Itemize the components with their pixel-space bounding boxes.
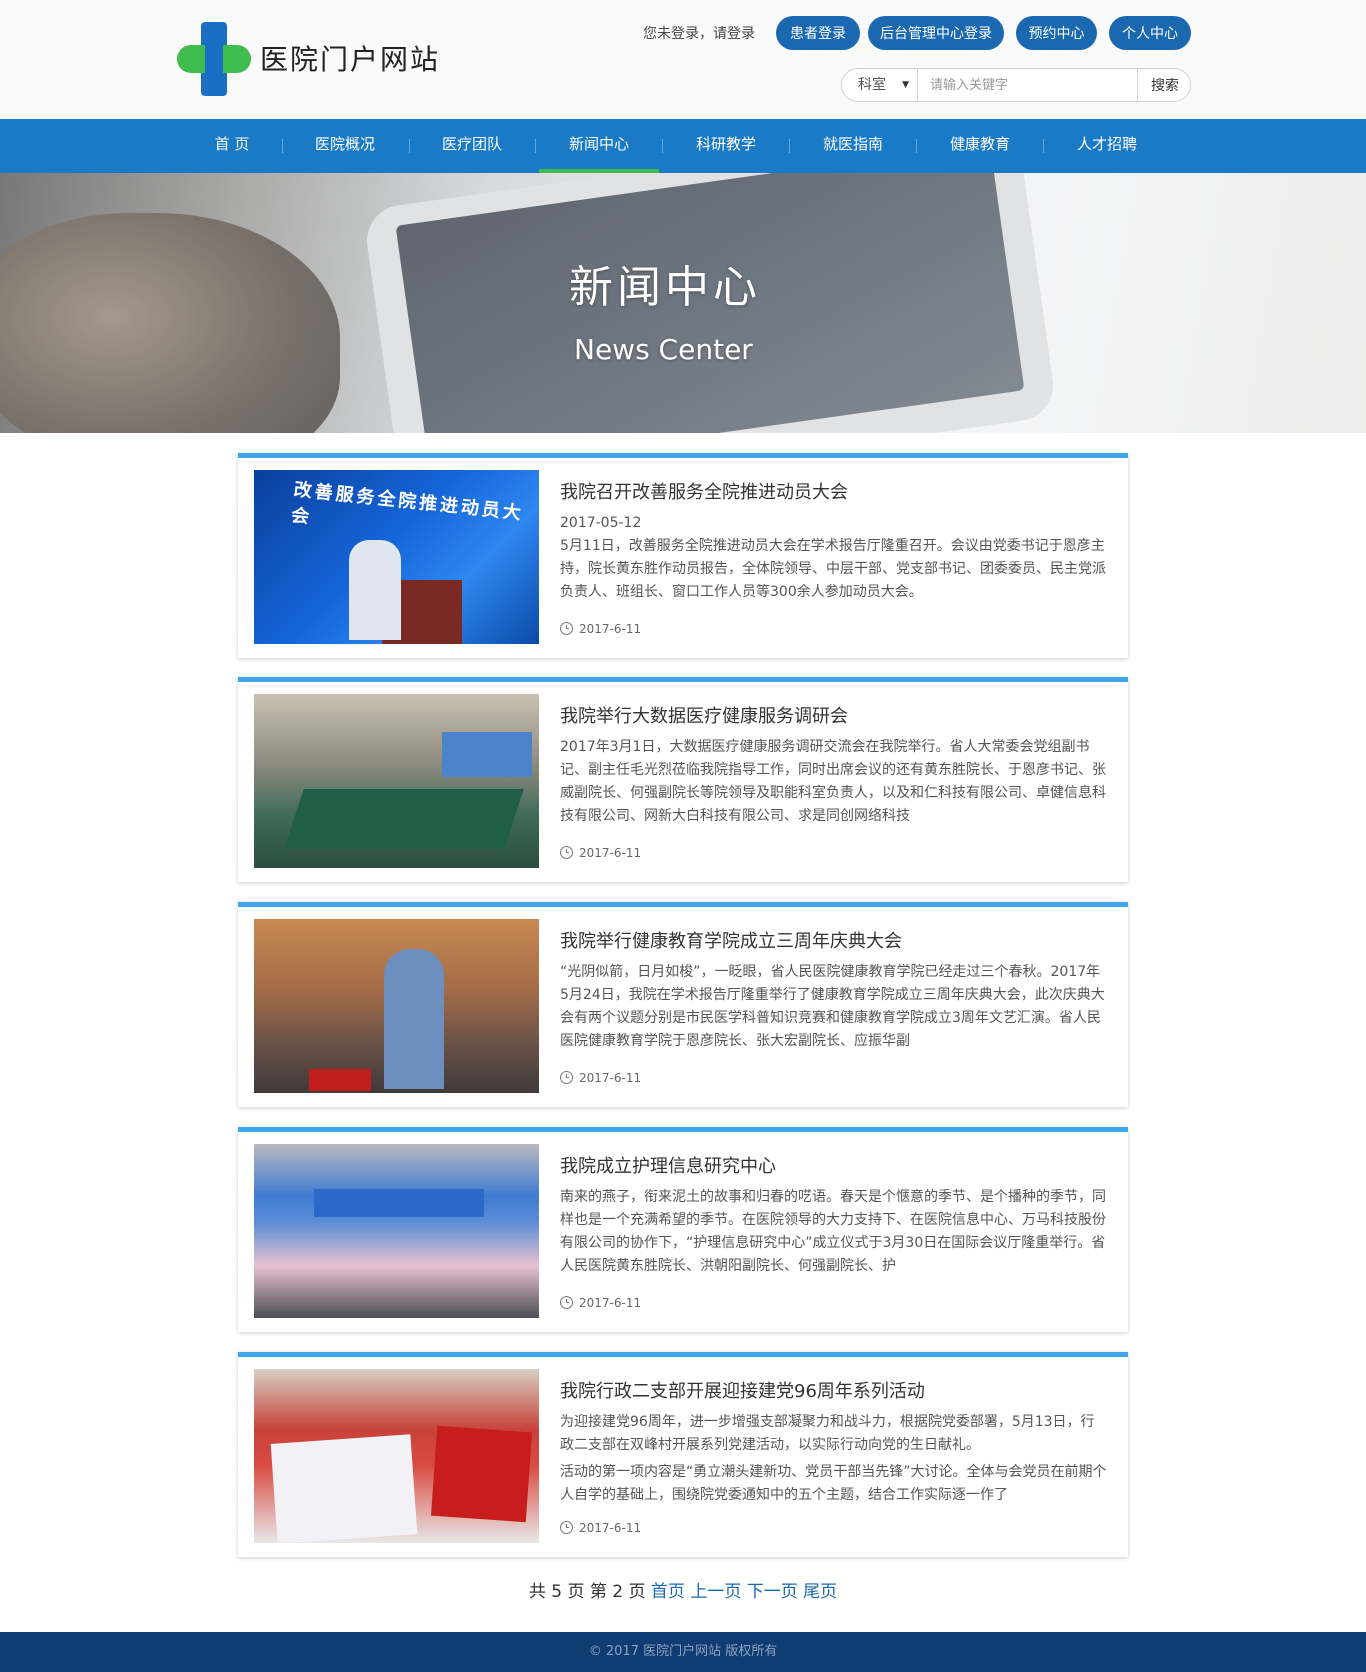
news-card[interactable]: 我院举行健康教育学院成立三周年庆典大会 “光阴似箭，日月如梭”，一眨眼，省人民医…	[238, 902, 1128, 1107]
news-card[interactable]: 我院行政二支部开展迎接建党96周年系列活动 为迎接建党96周年，进一步增强支部凝…	[238, 1352, 1128, 1557]
news-thumbnail[interactable]	[254, 1144, 539, 1318]
news-date-text: 2017-6-11	[579, 1071, 642, 1085]
pagination: 共 5 页 第 2 页 首页 上一页 下一页 尾页	[0, 1577, 1366, 1602]
news-thumbnail[interactable]: 改善服务全院推进动员大会	[254, 470, 539, 644]
nav-item-home[interactable]: 首 页	[172, 119, 292, 173]
nav-item-research[interactable]: 科研教学	[666, 119, 786, 173]
first-page-link[interactable]: 首页	[651, 1582, 685, 1602]
search-button[interactable]: 搜索	[1137, 69, 1190, 101]
nav-item-news-center[interactable]: 新闻中心	[539, 119, 659, 173]
news-summary: 2017年3月1日，大数据医疗健康服务调研交流会在我院举行。省人大常委会党组副书…	[560, 736, 1108, 828]
news-summary-line: “光阴似箭，日月如梭”，一眨眼，省人民医院健康教育学院已经走过三个春秋。2017…	[560, 964, 1105, 1049]
news-card[interactable]: 我院成立护理信息研究中心 南来的燕子，衔来泥土的故事和归春的呓语。春天是个惬意的…	[238, 1127, 1128, 1332]
nav-item-guide[interactable]: 就医指南	[793, 119, 913, 173]
news-summary: “光阴似箭，日月如梭”，一眨眼，省人民医院健康教育学院已经走过三个春秋。2017…	[560, 961, 1108, 1053]
news-date-text: 2017-6-11	[579, 1296, 642, 1310]
nav-item-health-education[interactable]: 健康教育	[920, 119, 1040, 173]
news-date: 2017-6-11	[560, 622, 641, 636]
search-bar: 科室 ▼ 搜索	[841, 68, 1191, 102]
news-card[interactable]: 我院举行大数据医疗健康服务调研会 2017年3月1日，大数据医疗健康服务调研交流…	[238, 677, 1128, 882]
news-summary-line: 为迎接建党96周年，进一步增强支部凝聚力和战斗力，根据院党委部署，5月13日，行…	[560, 1414, 1095, 1453]
news-summary-line: 南来的燕子，衔来泥土的故事和归春的呓语。春天是个惬意的季节、是个播种的季节，同样…	[560, 1189, 1106, 1274]
site-logo-text[interactable]: 医院门户网站	[260, 38, 440, 78]
search-input[interactable]	[920, 69, 1136, 101]
department-select-label: 科室	[858, 77, 886, 93]
header: 医院门户网站 您未登录，请登录 患者登录 后台管理中心登录 预约中心 个人中心 …	[0, 0, 1366, 119]
nav-item-overview[interactable]: 医院概况	[285, 119, 405, 173]
news-title[interactable]: 我院举行健康教育学院成立三周年庆典大会	[560, 927, 902, 953]
logo-cross-icon[interactable]	[177, 22, 265, 96]
news-summary-line: 5月11日，改善服务全院推进动员大会在学术报告厅隆重召开。会议由党委书记于恩彦主…	[560, 538, 1106, 600]
news-title[interactable]: 我院行政二支部开展迎接建党96周年系列活动	[560, 1377, 925, 1403]
appointment-center-button[interactable]: 预约中心	[1016, 16, 1097, 50]
news-title[interactable]: 我院举行大数据医疗健康服务调研会	[560, 702, 848, 728]
personal-center-button[interactable]: 个人中心	[1109, 16, 1191, 50]
news-date-text: 2017-6-11	[579, 622, 642, 636]
news-title[interactable]: 我院召开改善服务全院推进动员大会	[560, 478, 848, 504]
chevron-down-icon: ▼	[902, 80, 909, 90]
prev-page-link[interactable]: 上一页	[690, 1582, 741, 1602]
news-summary-line: 2017年3月1日，大数据医疗健康服务调研交流会在我院举行。省人大常委会党组副书…	[560, 739, 1106, 824]
news-date: 2017-6-11	[560, 1521, 641, 1535]
main-nav: 首 页 医院概况 医疗团队 新闻中心 科研教学 就医指南 健康教育 人才招聘	[0, 119, 1366, 173]
news-card[interactable]: 改善服务全院推进动员大会 我院召开改善服务全院推进动员大会 2017-05-12…	[238, 453, 1128, 658]
clock-icon	[560, 1521, 573, 1534]
news-summary-line: 2017-05-12	[560, 515, 642, 531]
news-summary-line: 活动的第一项内容是“勇立潮头建新功、党员干部当先锋”大讨论。全体与会党员在前期个…	[560, 1464, 1107, 1503]
patient-login-button[interactable]: 患者登录	[776, 16, 860, 50]
footer: © 2017 医院门户网站 版权所有	[0, 1632, 1366, 1672]
clock-icon	[560, 846, 573, 859]
clock-icon	[560, 1296, 573, 1309]
news-date: 2017-6-11	[560, 1296, 641, 1310]
nav-item-careers[interactable]: 人才招聘	[1047, 119, 1167, 173]
thumbnail-caption: 改善服务全院推进动员大会	[290, 479, 525, 529]
news-thumbnail[interactable]	[254, 694, 539, 868]
news-date: 2017-6-11	[560, 846, 641, 860]
admin-login-button[interactable]: 后台管理中心登录	[868, 16, 1004, 50]
news-summary: 2017-05-12 5月11日，改善服务全院推进动员大会在学术报告厅隆重召开。…	[560, 512, 1108, 604]
news-date: 2017-6-11	[560, 1071, 641, 1085]
news-summary: 南来的燕子，衔来泥土的故事和归春的呓语。春天是个惬意的季节、是个播种的季节，同样…	[560, 1186, 1108, 1278]
login-hint: 您未登录，请登录	[643, 26, 755, 42]
pagination-summary: 共 5 页 第 2 页	[528, 1582, 646, 1602]
clock-icon	[560, 622, 573, 635]
last-page-link[interactable]: 尾页	[803, 1582, 837, 1602]
banner-title: 新闻中心	[569, 262, 761, 313]
next-page-link[interactable]: 下一页	[747, 1582, 798, 1602]
news-thumbnail[interactable]	[254, 919, 539, 1093]
page-banner: 新闻中心 News Center	[0, 173, 1366, 433]
news-date-text: 2017-6-11	[579, 1521, 642, 1535]
footer-copyright: © 2017 医院门户网站 版权所有	[588, 1644, 778, 1659]
banner-subtitle: News Center	[574, 333, 753, 366]
nav-item-medical-team[interactable]: 医疗团队	[412, 119, 532, 173]
news-thumbnail[interactable]	[254, 1369, 539, 1543]
news-summary: 为迎接建党96周年，进一步增强支部凝聚力和战斗力，根据院党委部署，5月13日，行…	[560, 1411, 1108, 1503]
news-title[interactable]: 我院成立护理信息研究中心	[560, 1152, 776, 1178]
news-date-text: 2017-6-11	[579, 846, 642, 860]
clock-icon	[560, 1071, 573, 1084]
department-select[interactable]: 科室 ▼	[842, 69, 918, 101]
